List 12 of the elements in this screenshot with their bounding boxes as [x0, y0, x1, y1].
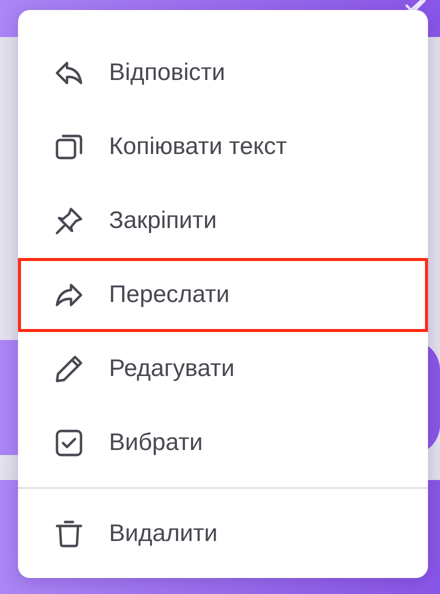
menu-item[interactable]: Вибрати — [18, 406, 428, 480]
checkbox-icon — [53, 427, 85, 459]
menu-item[interactable]: Переслати — [18, 258, 428, 332]
pin-icon — [53, 205, 85, 237]
menu-item[interactable]: Видалити — [18, 497, 428, 571]
menu-item[interactable]: Редагувати — [18, 332, 428, 406]
menu-item[interactable]: Відповісти — [18, 36, 428, 110]
pencil-icon — [53, 353, 85, 385]
double-check-icon — [404, 0, 426, 10]
menu-item[interactable]: Закріпити — [18, 184, 428, 258]
menu-item[interactable]: Копіювати текст — [18, 110, 428, 184]
trash-icon — [53, 518, 85, 550]
